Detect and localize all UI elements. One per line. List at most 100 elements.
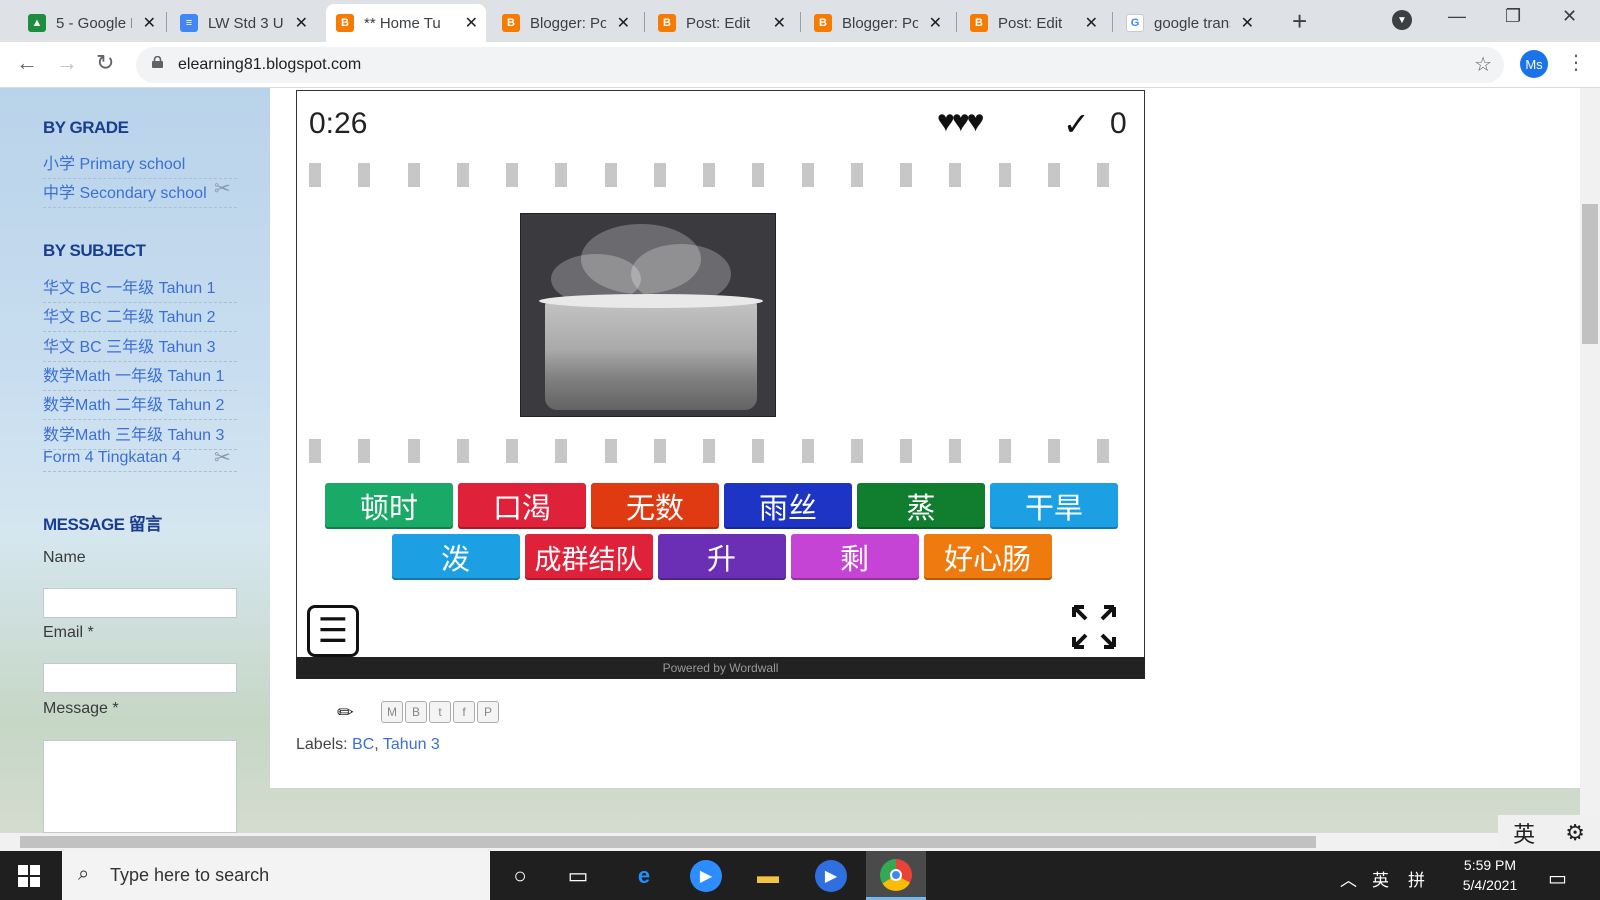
horizontal-scroll-thumb[interactable] bbox=[20, 836, 1316, 848]
sidebar-link-secondary[interactable]: 中学 Secondary school bbox=[43, 179, 237, 208]
file-explorer-icon[interactable]: ▬ bbox=[752, 860, 784, 892]
word-tile[interactable]: 升 bbox=[657, 534, 786, 580]
word-tile[interactable]: 口渴 bbox=[458, 483, 586, 529]
tab-home-tuition[interactable]: B ** Home Tuition ✕ bbox=[326, 4, 486, 42]
reload-icon[interactable]: ↻ bbox=[96, 50, 114, 76]
word-tile[interactable]: 成群结队 bbox=[524, 534, 653, 580]
word-tile[interactable]: 泼 bbox=[391, 534, 520, 580]
address-bar[interactable]: elearning81.blogspot.com ☆ bbox=[136, 47, 1504, 83]
ime-language-indicator[interactable]: 英 bbox=[1513, 817, 1535, 849]
sidebar-link-bc-1[interactable]: 华文 BC 一年级 Tahun 1 bbox=[43, 274, 237, 303]
close-tab-icon[interactable]: ✕ bbox=[929, 13, 942, 33]
tab-post-edit[interactable]: B Post: Edit ✕ bbox=[648, 4, 794, 42]
message-heading: MESSAGE 留言 bbox=[43, 515, 162, 534]
minimize-icon[interactable]: — bbox=[1448, 6, 1466, 27]
vertical-scroll-thumb[interactable] bbox=[1582, 204, 1598, 344]
forward-icon[interactable]: → bbox=[56, 50, 78, 76]
blogthis-share-icon[interactable]: B bbox=[405, 701, 427, 723]
close-tab-icon[interactable]: ✕ bbox=[143, 13, 156, 33]
close-tab-icon[interactable]: ✕ bbox=[1085, 13, 1098, 33]
close-tab-icon[interactable]: ✕ bbox=[773, 13, 786, 33]
back-icon[interactable]: ← bbox=[16, 50, 38, 76]
word-tile[interactable]: 干旱 bbox=[990, 483, 1118, 529]
clock-date: 5/4/2021 bbox=[1462, 877, 1518, 893]
tab-divider bbox=[1112, 12, 1113, 32]
close-tab-icon[interactable]: ✕ bbox=[295, 13, 308, 33]
sidebar-link-bc-2[interactable]: 华文 BC 二年级 Tahun 2 bbox=[43, 303, 237, 332]
sidebar-link-math-3[interactable]: 数学Math 三年级 Tahun 3 bbox=[43, 421, 237, 450]
horizontal-scrollbar[interactable] bbox=[0, 833, 1600, 851]
tab-blogger-posts-2[interactable]: B Blogger: Posts ✕ bbox=[804, 4, 950, 42]
close-window-icon[interactable]: ✕ bbox=[1562, 6, 1577, 27]
twitter-share-icon[interactable]: t bbox=[429, 701, 451, 723]
settings-gear-icon[interactable]: ⚙ bbox=[1565, 820, 1585, 846]
sidebar-link-math-1[interactable]: 数学Math 一年级 Tahun 1 bbox=[43, 362, 237, 391]
message-field[interactable] bbox=[43, 740, 237, 833]
word-tile[interactable]: 好心肠 bbox=[923, 534, 1052, 580]
film-strip-bottom bbox=[309, 439, 1109, 463]
tab-blogger-posts[interactable]: B Blogger: Posts ✕ bbox=[492, 4, 638, 42]
drive-icon: ▲ bbox=[28, 14, 46, 32]
chrome-taskbar-button[interactable] bbox=[866, 851, 926, 900]
powered-by-footer[interactable]: Powered by Wordwall bbox=[296, 657, 1145, 679]
new-tab-button[interactable]: + bbox=[1292, 6, 1307, 37]
chrome-icon bbox=[880, 859, 912, 891]
taskbar-search-placeholder: Type here to search bbox=[110, 865, 270, 885]
word-tile[interactable]: 剩 bbox=[790, 534, 919, 580]
edit-pencil-icon[interactable]: ✏ bbox=[337, 700, 354, 725]
docs-icon: ≡ bbox=[180, 14, 198, 32]
sidebar-link-primary[interactable]: 小学 Primary school bbox=[43, 150, 237, 179]
restore-icon[interactable]: ❐ bbox=[1505, 6, 1521, 27]
taskbar-search-box[interactable]: ⌕ Type here to search bbox=[62, 851, 490, 900]
edge-icon[interactable]: e bbox=[628, 860, 660, 892]
tab-google-translate[interactable]: G google translate ✕ bbox=[1116, 4, 1262, 42]
game-menu-button[interactable]: ☰ bbox=[307, 605, 359, 657]
word-tile[interactable]: 顿时 bbox=[325, 483, 453, 529]
windows-taskbar: ⌕ Type here to search ○ ▭ e ▶ ▬ ▶ ︿ 英 拼 … bbox=[0, 851, 1600, 900]
cortana-icon[interactable]: ○ bbox=[504, 860, 536, 892]
facebook-share-icon[interactable]: f bbox=[453, 701, 475, 723]
word-tile[interactable]: 无数 bbox=[591, 483, 719, 529]
browser-menu-icon[interactable]: ⋮ bbox=[1566, 50, 1586, 75]
email-field[interactable] bbox=[43, 663, 237, 693]
google-icon: G bbox=[1126, 14, 1144, 32]
sidebar-link-form-4[interactable]: Form 4 Tingkatan 4 bbox=[43, 449, 237, 472]
tab-divider bbox=[166, 12, 167, 32]
zoom-icon[interactable]: ▶ bbox=[690, 860, 722, 892]
word-tile[interactable]: 雨丝 bbox=[724, 483, 852, 529]
tab-search-icon[interactable]: ▼ bbox=[1392, 10, 1412, 30]
pinterest-share-icon[interactable]: P bbox=[477, 701, 499, 723]
bookmark-star-icon[interactable]: ☆ bbox=[1474, 52, 1492, 77]
media-player-icon[interactable]: ▶ bbox=[815, 860, 847, 892]
task-view-icon[interactable]: ▭ bbox=[562, 860, 594, 892]
ime-toolbar: 英 ⚙ bbox=[1498, 815, 1600, 851]
close-tab-icon[interactable]: ✕ bbox=[465, 13, 478, 33]
vertical-scrollbar[interactable] bbox=[1580, 88, 1600, 833]
label-link-bc[interactable]: BC bbox=[352, 736, 374, 753]
windows-start-icon[interactable] bbox=[18, 865, 40, 887]
tab-lw-std[interactable]: ≡ LW Std 3 Unit ✕ bbox=[170, 4, 316, 42]
fullscreen-icon[interactable] bbox=[1070, 603, 1118, 651]
notifications-icon[interactable]: ▭ bbox=[1548, 866, 1567, 891]
label-link-tahun-3[interactable]: Tahun 3 bbox=[383, 736, 440, 753]
lives-hearts-icon: ♥♥♥ bbox=[937, 105, 984, 138]
close-tab-icon[interactable]: ✕ bbox=[1241, 13, 1254, 33]
tab-google-drive[interactable]: ▲ 5 - Google Drive ✕ bbox=[18, 4, 164, 42]
show-hidden-icons[interactable]: ︿ bbox=[1340, 866, 1357, 891]
sidebar: BY GRADE 小学 Primary school 中学 Secondary … bbox=[0, 88, 268, 833]
ime-language-indicator[interactable]: 英 bbox=[1372, 866, 1389, 891]
word-tile[interactable]: 蒸 bbox=[857, 483, 985, 529]
sidebar-link-bc-3[interactable]: 华文 BC 三年级 Tahun 3 bbox=[43, 333, 237, 362]
profile-avatar[interactable]: Ms bbox=[1520, 50, 1548, 78]
ime-mode-indicator[interactable]: 拼 bbox=[1408, 866, 1425, 891]
clock-time: 5:59 PM bbox=[1463, 857, 1517, 873]
tab-post-edit-2[interactable]: B Post: Edit ✕ bbox=[960, 4, 1106, 42]
email-label: Email * bbox=[43, 624, 94, 641]
name-field[interactable] bbox=[43, 588, 237, 618]
tools-icon[interactable]: ✂ bbox=[214, 176, 231, 201]
sidebar-link-math-2[interactable]: 数学Math 二年级 Tahun 2 bbox=[43, 391, 237, 420]
close-tab-icon[interactable]: ✕ bbox=[617, 13, 630, 33]
taskbar-clock[interactable]: 5:59 PM 5/4/2021 bbox=[1452, 855, 1528, 895]
email-share-icon[interactable]: M bbox=[381, 701, 403, 723]
tools-icon[interactable]: ✂ bbox=[214, 445, 231, 470]
